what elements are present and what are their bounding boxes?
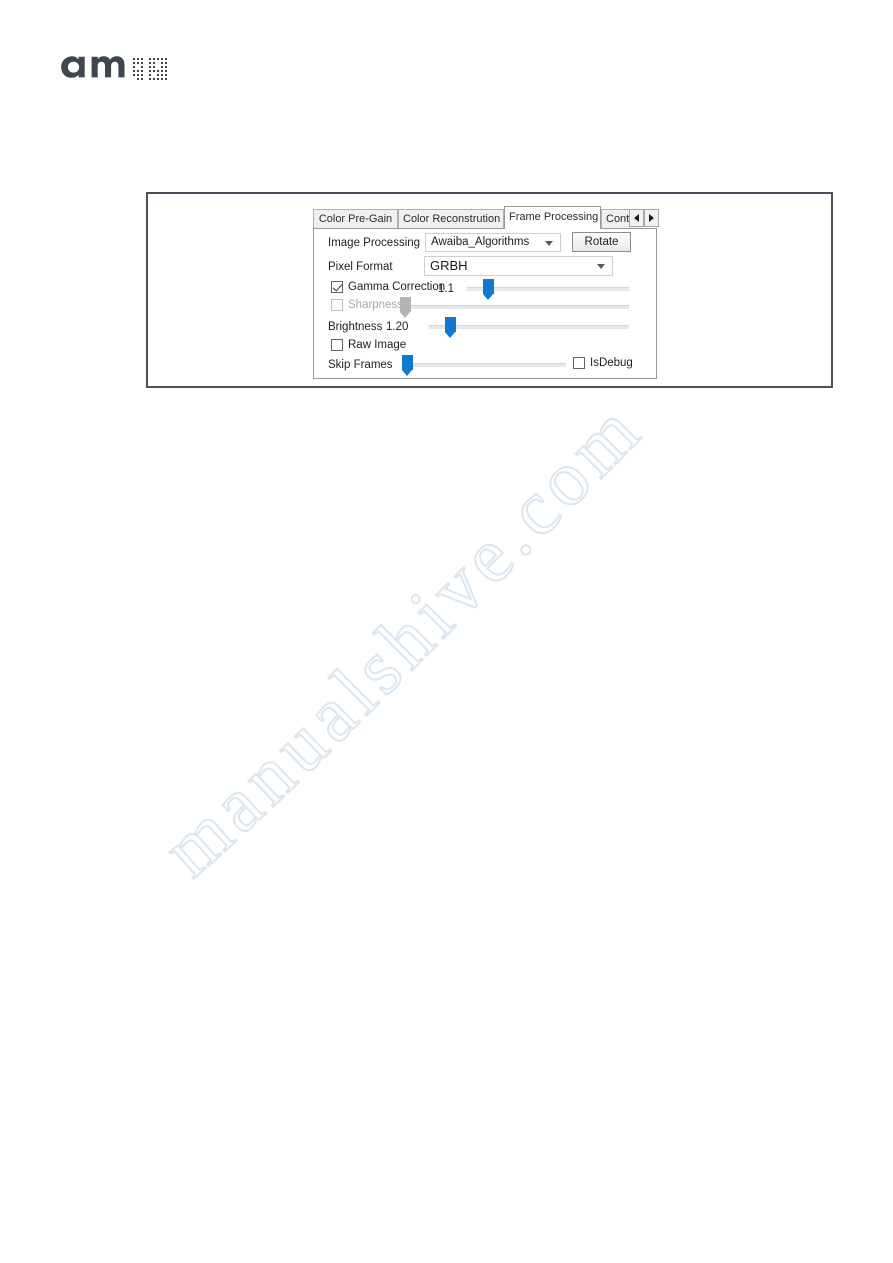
rotate-button[interactable]: Rotate — [572, 232, 631, 252]
gamma-correction-value: 1.1 — [438, 283, 454, 295]
watermark-text: manualshive.com — [145, 383, 654, 894]
checkbox-icon — [331, 299, 343, 311]
tab-color-reconstrution[interactable]: Color Reconstrution — [398, 209, 504, 229]
slider-track — [429, 325, 629, 329]
sharpness-checkbox[interactable]: Sharpness — [331, 299, 403, 311]
tab-color-pre-gain[interactable]: Color Pre-Gain — [313, 209, 398, 229]
gamma-correction-label: Gamma Correction — [348, 281, 446, 293]
brightness-slider[interactable] — [429, 315, 629, 339]
skip-frames-label: Skip Frames — [328, 359, 393, 371]
slider-track — [400, 305, 629, 309]
slider-thumb[interactable] — [400, 297, 411, 318]
chevron-down-icon — [545, 240, 553, 246]
tab-page-frame-processing: Image Processing Awaiba_Algorithms Rotat… — [313, 228, 657, 379]
triangle-left-icon — [634, 214, 639, 222]
chevron-down-icon — [597, 264, 605, 269]
triangle-right-icon — [649, 214, 654, 222]
tab-scroll-right-button[interactable] — [644, 209, 659, 227]
raw-image-checkbox[interactable]: Raw Image — [331, 339, 406, 351]
image-processing-combo[interactable]: Awaiba_Algorithms — [425, 233, 561, 252]
frame-processing-panel: Color Pre-Gain Color Reconstrution Frame… — [313, 206, 659, 379]
checkmark-icon — [331, 281, 343, 293]
tab-scroll-left-button[interactable] — [629, 209, 644, 227]
sharpness-label: Sharpness — [348, 299, 403, 311]
svg-text:manualshive.com: manualshive.com — [150, 384, 659, 893]
brightness-label: Brightness — [328, 321, 383, 333]
pixel-format-value: GRBH — [430, 258, 468, 273]
image-processing-label: Image Processing — [328, 237, 421, 249]
pixel-format-combo[interactable]: GRBH — [424, 256, 613, 276]
gamma-correction-checkbox[interactable]: Gamma Correction — [331, 281, 445, 293]
slider-thumb[interactable] — [483, 279, 494, 300]
slider-track — [402, 363, 566, 367]
ams-logo — [55, 46, 185, 82]
watermark: manualshive.com — [145, 330, 770, 930]
brightness-value: 1.20 — [386, 321, 409, 333]
skip-frames-slider[interactable] — [402, 353, 566, 377]
tab-frame-processing[interactable]: Frame Processing — [504, 206, 601, 229]
tab-strip: Color Pre-Gain Color Reconstrution Frame… — [313, 206, 659, 229]
is-debug-label: IsDebug — [590, 357, 633, 369]
pixel-format-label: Pixel Format — [328, 261, 393, 273]
checkbox-icon — [331, 339, 343, 351]
checkbox-icon — [573, 357, 585, 369]
slider-thumb[interactable] — [402, 355, 413, 376]
raw-image-label: Raw Image — [348, 339, 407, 351]
is-debug-checkbox[interactable]: IsDebug — [573, 357, 633, 369]
slider-thumb[interactable] — [445, 317, 456, 338]
image-processing-value: Awaiba_Algorithms — [431, 236, 530, 248]
